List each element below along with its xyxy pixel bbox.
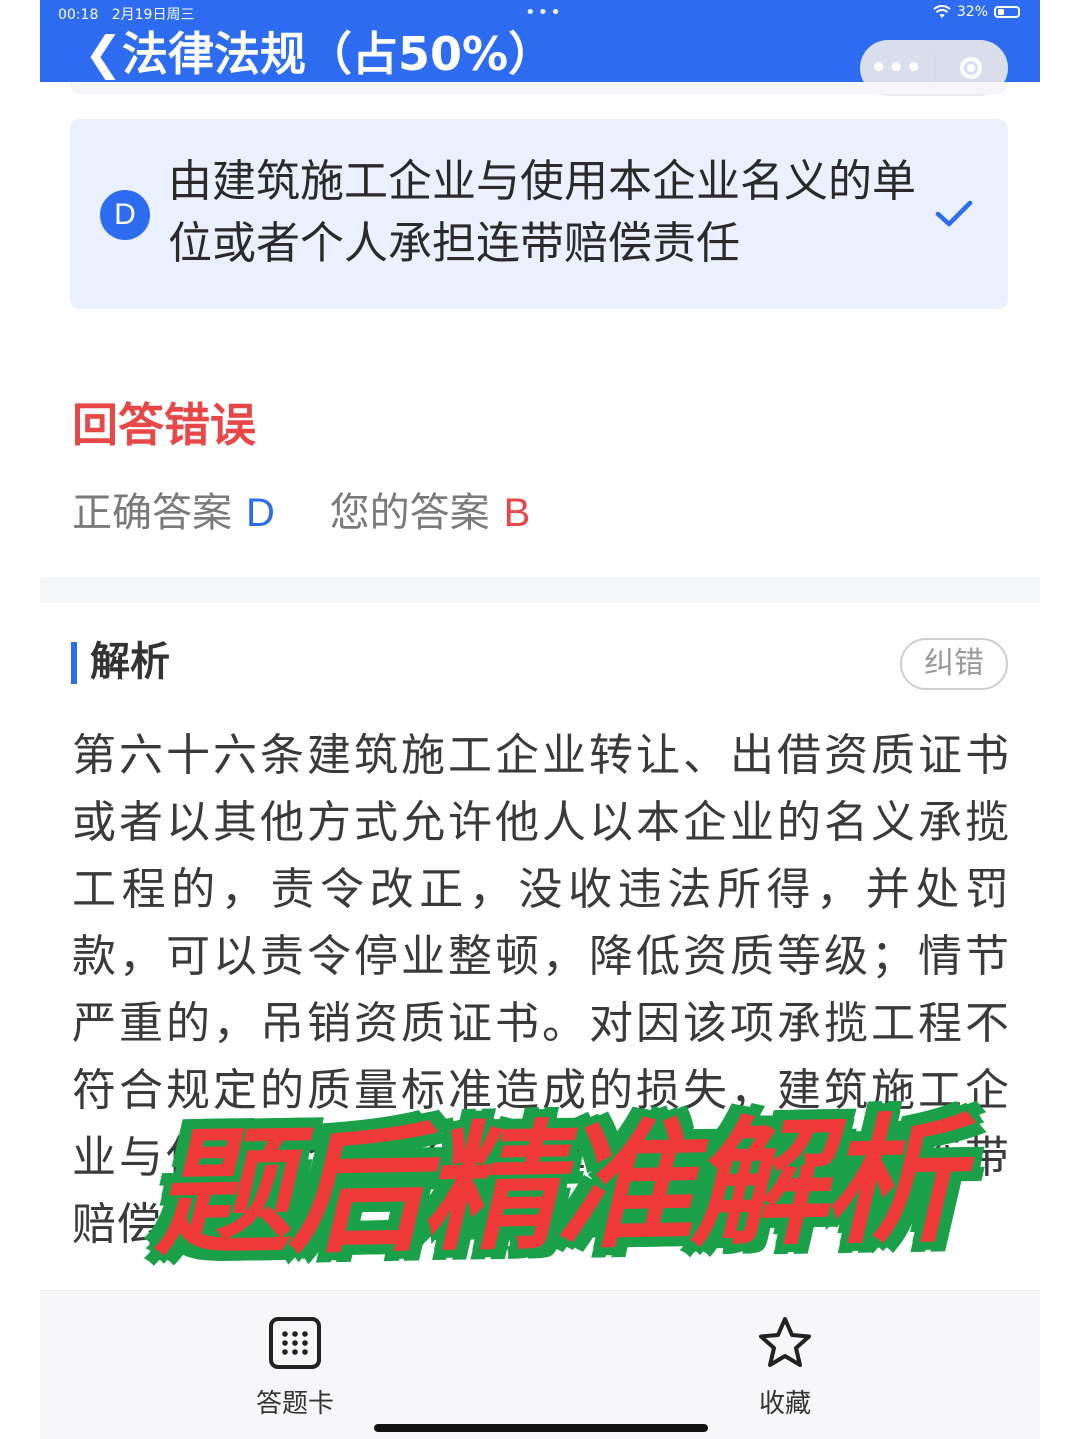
app-screen: 00:18 2月19日周三 ••• 32% ❮ 法律法规（占50%） ••• D… xyxy=(40,0,1040,1439)
report-error-button[interactable]: 纠错 xyxy=(900,638,1008,690)
favorite-button[interactable]: 收藏 xyxy=(705,1315,865,1420)
status-time: 00:18 xyxy=(58,7,99,23)
star-icon xyxy=(759,1317,811,1367)
analysis-accent-bar xyxy=(71,642,77,684)
your-answer-label: 您的答案 xyxy=(329,490,490,536)
option-letter-badge: D xyxy=(100,190,150,240)
correct-answer-label: 正确答案 xyxy=(72,490,232,536)
battery-icon xyxy=(994,6,1020,18)
answer-card-label: 答题卡 xyxy=(255,1389,334,1419)
status-time-date: 00:18 2月19日周三 xyxy=(58,4,194,24)
status-date: 2月19日周三 xyxy=(111,7,195,23)
multitask-dots[interactable]: ••• xyxy=(525,2,563,23)
more-icon[interactable]: ••• xyxy=(860,53,934,83)
target-icon xyxy=(960,57,983,79)
your-answer-value: B xyxy=(503,491,531,535)
header-bar: 00:18 2月19日周三 ••• 32% ❮ 法律法规（占50%） ••• xyxy=(40,0,1040,96)
grid-icon xyxy=(269,1317,321,1369)
analysis-title: 解析 xyxy=(90,639,170,685)
close-miniapp-button[interactable] xyxy=(935,57,1009,79)
section-divider xyxy=(40,577,1040,603)
battery-percent: 32% xyxy=(956,4,988,20)
option-d-card[interactable]: D 由建筑施工企业与使用本企业名义的单位或者个人承担连带赔偿责任 xyxy=(70,119,1008,309)
correct-answer-value: D xyxy=(246,491,275,535)
wifi-icon xyxy=(933,5,951,18)
status-right: 32% xyxy=(933,4,1020,20)
result-title: 回答错误 xyxy=(72,398,256,452)
check-icon xyxy=(935,200,973,227)
favorite-label: 收藏 xyxy=(758,1389,811,1419)
previous-option-edge xyxy=(70,82,1008,94)
bottom-bar: 答题卡 收藏 xyxy=(40,1290,1040,1439)
answer-card-button[interactable]: 答题卡 xyxy=(215,1315,375,1420)
page-title: 法律法规（占50%） xyxy=(122,27,555,81)
back-icon[interactable]: ❮ xyxy=(84,30,123,76)
analysis-text: 第六十六条建筑施工企业转让、出借资质证书或者以其他方式允许他人以本企业的名义承揽… xyxy=(72,730,1010,1250)
home-indicator[interactable] xyxy=(374,1424,708,1432)
answer-summary: 正确答案 D 您的答案 B xyxy=(72,486,530,540)
option-text: 由建筑施工企业与使用本企业名义的单位或者个人承担连带赔偿责任 xyxy=(168,156,916,269)
